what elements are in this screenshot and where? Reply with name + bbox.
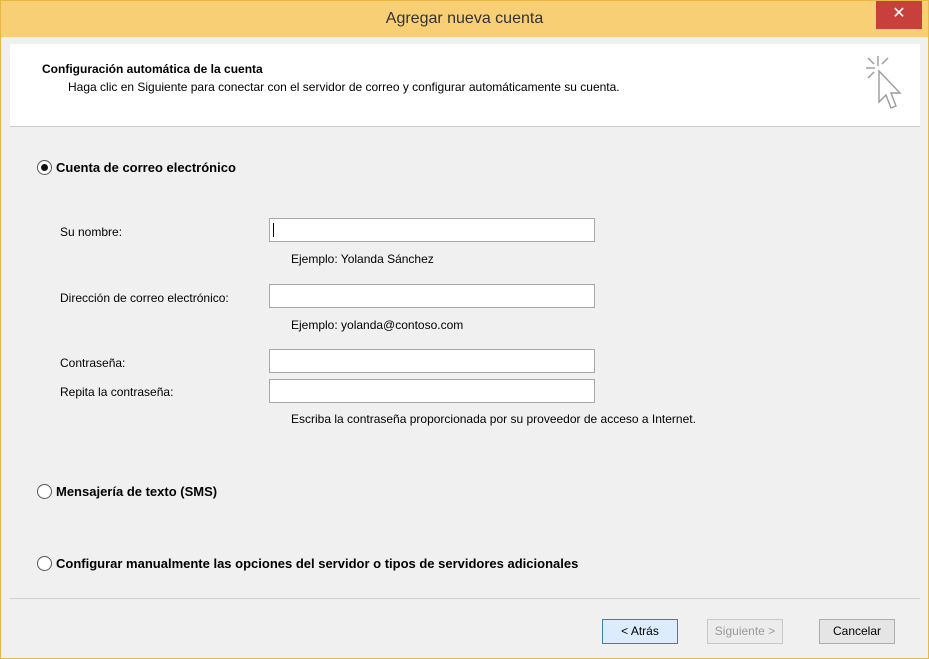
close-button[interactable]: ✕ — [876, 1, 922, 29]
password-input[interactable] — [269, 349, 595, 373]
name-hint: Ejemplo: Yolanda Sánchez — [291, 252, 434, 266]
email-account-radio[interactable] — [37, 160, 52, 175]
email-input[interactable] — [269, 284, 595, 308]
repeat-password-input[interactable] — [269, 379, 595, 403]
email-label: Dirección de correo electrónico: — [60, 291, 229, 305]
header-title: Configuración automática de la cuenta — [42, 62, 263, 76]
footer-divider — [10, 598, 920, 599]
manual-config-radio[interactable] — [37, 556, 52, 571]
sms-label[interactable]: Mensajería de texto (SMS) — [56, 484, 217, 499]
repeat-password-label: Repita la contraseña: — [60, 385, 174, 399]
header-subtitle: Haga clic en Siguiente para conectar con… — [68, 80, 620, 94]
cancel-button[interactable]: Cancelar — [819, 619, 895, 644]
dialog-window: Agregar nueva cuenta ✕ Configuración aut… — [0, 0, 929, 659]
password-label: Contraseña: — [60, 356, 126, 370]
password-hint: Escriba la contraseña proporcionada por … — [291, 412, 696, 426]
email-account-label[interactable]: Cuenta de correo electrónico — [56, 160, 236, 175]
wizard-cursor-icon — [866, 56, 902, 109]
sms-radio[interactable] — [37, 484, 52, 499]
back-button[interactable]: < Atrás — [602, 619, 678, 644]
title-bar[interactable]: Agregar nueva cuenta ✕ — [1, 1, 928, 37]
manual-config-label[interactable]: Configurar manualmente las opciones del … — [56, 556, 578, 571]
wizard-content: Cuenta de correo electrónico Su nombre: … — [10, 127, 920, 597]
name-label: Su nombre: — [60, 225, 123, 239]
email-hint: Ejemplo: yolanda@contoso.com — [291, 318, 464, 332]
window-title: Agregar nueva cuenta — [385, 10, 544, 27]
name-input[interactable] — [269, 218, 595, 242]
next-button[interactable]: Siguiente > — [707, 619, 783, 644]
wizard-header: Configuración automática de la cuenta Ha… — [10, 44, 920, 127]
text-caret — [273, 223, 274, 237]
